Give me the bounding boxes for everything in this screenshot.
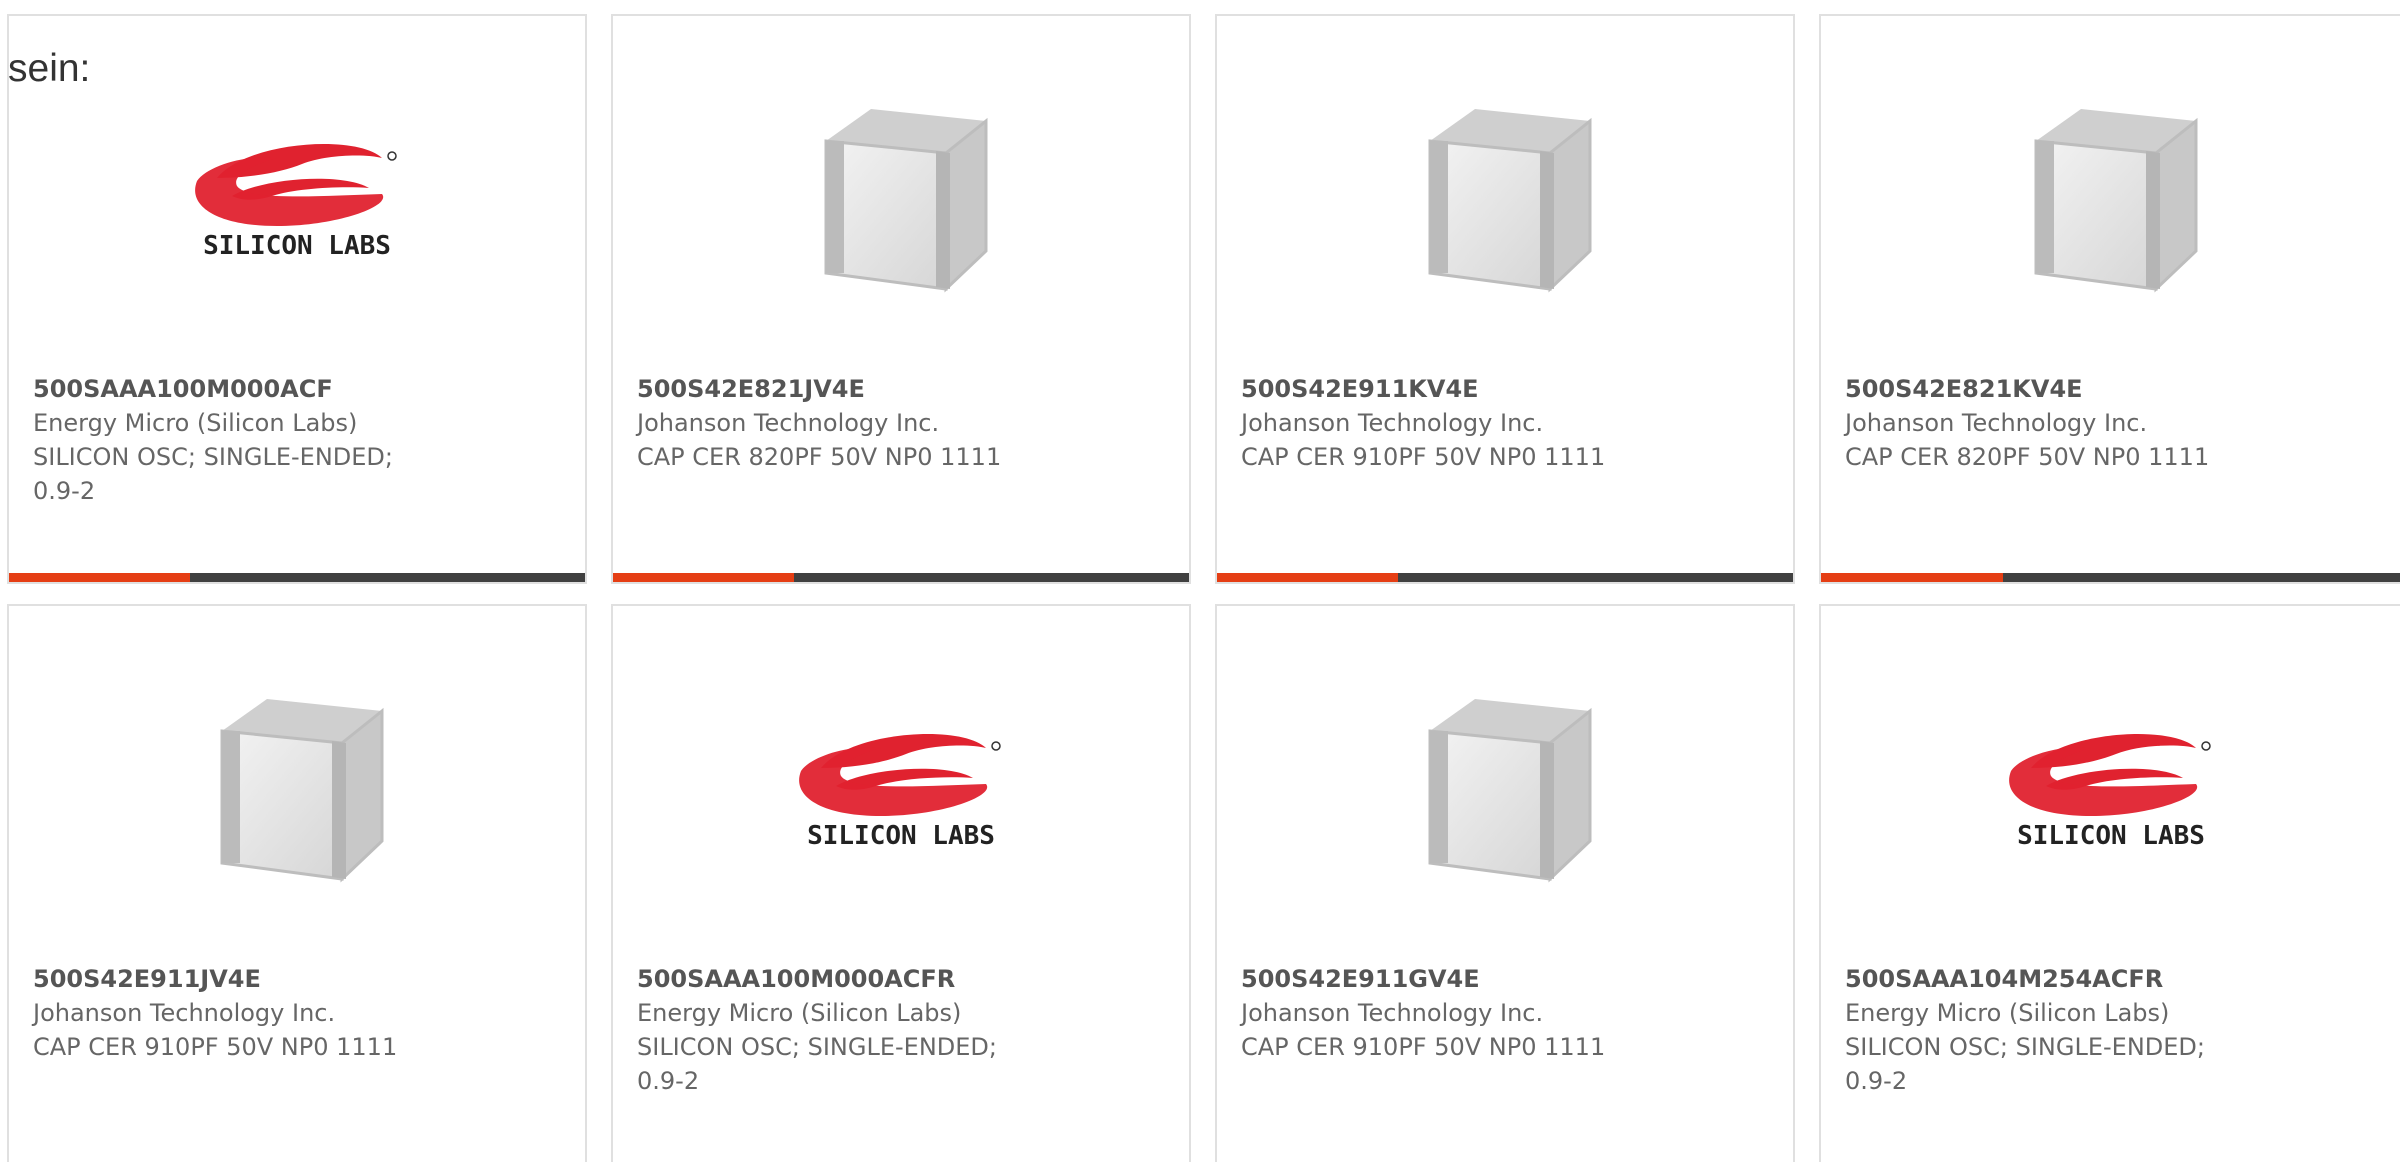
- progress-bar-fill: [1821, 573, 2004, 582]
- product-image[interactable]: SILICON LABS: [9, 86, 585, 306]
- product-card[interactable]: 500S42E821KV4E Johanson Technology Inc. …: [1819, 14, 2400, 584]
- progress-bar: [9, 573, 585, 582]
- manufacturer: Johanson Technology Inc.: [1845, 409, 2148, 437]
- manufacturer: Johanson Technology Inc.: [637, 409, 940, 437]
- silicon-labs-logo: SILICON LABS: [2008, 734, 2211, 851]
- progress-bar: [613, 573, 1189, 582]
- progress-bar-fill: [9, 573, 191, 582]
- product-image[interactable]: [1217, 86, 1793, 306]
- manufacturer: Energy Micro (Silicon Labs): [637, 999, 962, 1027]
- manufacturer: Energy Micro (Silicon Labs): [1845, 999, 2170, 1027]
- description-line-1: CAP CER 820PF 50V NP0 1111: [1845, 443, 2210, 471]
- part-number[interactable]: 500S42E911GV4E: [1241, 962, 1661, 996]
- product-image[interactable]: [613, 86, 1189, 306]
- part-number[interactable]: 500S42E821KV4E: [1845, 372, 2265, 406]
- part-number[interactable]: 500S42E911KV4E: [1241, 372, 1661, 406]
- svg-text:SILICON LABS: SILICON LABS: [2017, 821, 2205, 851]
- silicon-labs-logo: SILICON LABS: [799, 734, 1001, 851]
- capacitor-cube-image: [1428, 109, 1592, 293]
- description-line-2: 0.9-2: [1845, 1067, 1908, 1095]
- product-card[interactable]: 500S42E821JV4E Johanson Technology Inc. …: [611, 14, 1191, 584]
- manufacturer: Energy Micro (Silicon Labs): [33, 409, 358, 437]
- svg-text:SILICON LABS: SILICON LABS: [203, 231, 391, 261]
- part-number[interactable]: 500SAAA100M000ACFR: [637, 962, 1057, 996]
- product-card[interactable]: 500S42E911KV4E Johanson Technology Inc. …: [1215, 14, 1795, 584]
- part-number[interactable]: 500S42E821JV4E: [637, 372, 1057, 406]
- progress-bar: [1821, 573, 2400, 582]
- progress-bar-fill: [1217, 573, 1399, 582]
- capacitor-cube-image: [2034, 109, 2197, 293]
- capacitor-cube-image: [220, 699, 384, 883]
- silicon-labs-logo: SILICON LABS: [195, 144, 397, 261]
- product-image[interactable]: [9, 676, 585, 896]
- part-number[interactable]: 500S42E911JV4E: [33, 962, 453, 996]
- svg-text:SILICON LABS: SILICON LABS: [807, 821, 995, 851]
- product-image[interactable]: [1217, 676, 1793, 896]
- part-number[interactable]: 500SAAA100M000ACF: [33, 372, 453, 406]
- description-line-2: 0.9-2: [33, 477, 96, 505]
- manufacturer: Johanson Technology Inc.: [33, 999, 336, 1027]
- description-line-2: 0.9-2: [637, 1067, 700, 1095]
- description-line-1: CAP CER 910PF 50V NP0 1111: [1241, 443, 1606, 471]
- description-line-1: SILICON OSC; SINGLE-ENDED;: [33, 443, 393, 471]
- product-image[interactable]: SILICON LABS: [613, 676, 1189, 896]
- manufacturer: Johanson Technology Inc.: [1241, 409, 1544, 437]
- description-line-1: SILICON OSC; SINGLE-ENDED;: [1845, 1033, 2205, 1061]
- capacitor-cube-image: [1428, 699, 1592, 883]
- progress-bar-fill: [613, 573, 795, 582]
- product-card[interactable]: 500S42E911JV4E Johanson Technology Inc. …: [7, 604, 587, 1162]
- part-number[interactable]: 500SAAA104M254ACFR: [1845, 962, 2265, 996]
- product-image[interactable]: SILICON LABS: [1821, 676, 2400, 896]
- description-line-1: SILICON OSC; SINGLE-ENDED;: [637, 1033, 997, 1061]
- capacitor-cube-image: [824, 109, 988, 293]
- product-card[interactable]: 500S42E911GV4E Johanson Technology Inc. …: [1215, 604, 1795, 1162]
- description-line-1: CAP CER 820PF 50V NP0 1111: [637, 443, 1002, 471]
- product-card[interactable]: SILICON LABS 500SAAA100M000ACFR Energy M…: [611, 604, 1191, 1162]
- product-card[interactable]: SILICON LABS 500SAAA104M254ACFR Energy M…: [1819, 604, 2400, 1162]
- product-card[interactable]: SILICON LABS 500SAAA100M000ACF Energy Mi…: [7, 14, 587, 584]
- description-line-1: CAP CER 910PF 50V NP0 1111: [1241, 1033, 1606, 1061]
- progress-bar: [1217, 573, 1793, 582]
- manufacturer: Johanson Technology Inc.: [1241, 999, 1544, 1027]
- intro-text: sein:: [8, 47, 91, 90]
- description-line-1: CAP CER 910PF 50V NP0 1111: [33, 1033, 398, 1061]
- product-image[interactable]: [1821, 86, 2400, 306]
